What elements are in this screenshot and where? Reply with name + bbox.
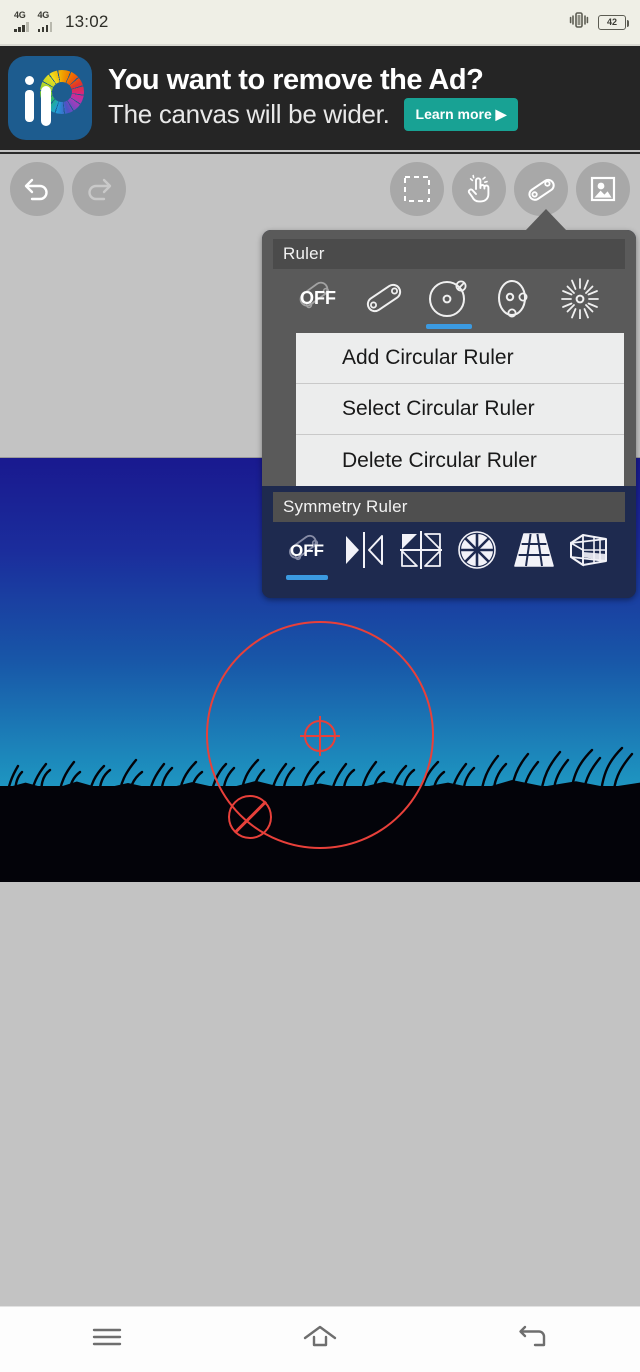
back-icon — [517, 1323, 549, 1356]
battery-level-label: 42 — [606, 17, 617, 27]
svg-text:OFF: OFF — [300, 288, 336, 308]
ruler-icon — [525, 173, 557, 205]
symmetry-option-radial[interactable] — [453, 530, 501, 584]
network-type-label-2: 4G — [37, 10, 50, 20]
ruler-option-circle[interactable] — [420, 277, 478, 333]
signal-indicator-2: 4G — [37, 10, 52, 32]
image-icon — [587, 173, 619, 205]
nav-home-button[interactable] — [275, 1315, 365, 1365]
vibrate-icon — [569, 11, 589, 34]
symmetry-option-kaleidoscope[interactable] — [397, 530, 445, 584]
ruler-section: Ruler OFF — [262, 230, 636, 333]
status-clock: 13:02 — [65, 12, 109, 31]
ad-subtext: The canvas will be wider. — [108, 99, 390, 130]
hand-tool-icon — [463, 173, 495, 205]
signal-bars-2 — [37, 21, 52, 32]
ruler-menu-wrap: Add Circular Ruler Select Circular Ruler… — [262, 333, 636, 486]
symmetry-ruler-section: Symmetry Ruler OFF — [262, 486, 636, 598]
nav-recents-button[interactable] — [62, 1315, 152, 1365]
menu-item-add-circular-ruler[interactable]: Add Circular Ruler — [296, 333, 624, 384]
image-layers-button[interactable] — [576, 162, 630, 216]
ibispaint-logo-icon — [8, 56, 92, 140]
undo-icon — [21, 174, 53, 204]
ruler-tool-button[interactable] — [514, 162, 568, 216]
redo-button[interactable] — [72, 162, 126, 216]
svg-text:OFF: OFF — [290, 541, 324, 560]
ruler-option-ellipse[interactable] — [486, 277, 544, 333]
symmetry-option-perspective-grid[interactable] — [510, 530, 558, 584]
undo-button[interactable] — [10, 162, 64, 216]
popup-pointer-arrow — [525, 209, 567, 231]
menu-item-delete-circular-ruler[interactable]: Delete Circular Ruler — [296, 435, 624, 486]
symmetry-option-box-grid[interactable] — [567, 530, 615, 584]
circular-ruler-menu: Add Circular Ruler Select Circular Ruler… — [296, 333, 624, 486]
menu-icon — [90, 1324, 124, 1355]
ad-banner[interactable]: You want to remove the Ad? The canvas wi… — [0, 44, 640, 150]
ad-headline: You want to remove the Ad? — [108, 63, 484, 96]
ruler-section-title: Ruler — [273, 239, 625, 269]
selection-tool-button[interactable] — [390, 162, 444, 216]
status-bar: 4G 4G 13:02 42 — [0, 0, 640, 44]
menu-item-select-circular-ruler[interactable]: Select Circular Ruler — [296, 384, 624, 435]
battery-icon: 42 — [598, 14, 629, 30]
hand-tool-button[interactable] — [452, 162, 506, 216]
nav-back-button[interactable] — [488, 1315, 578, 1365]
symmetry-option-mirror[interactable] — [340, 530, 388, 584]
symmetry-section-title: Symmetry Ruler — [273, 492, 625, 522]
android-nav-bar — [0, 1306, 640, 1372]
circular-ruler-radius-handle[interactable] — [228, 795, 272, 839]
symmetry-option-off[interactable]: OFF — [283, 530, 331, 584]
signal-bars-1 — [14, 21, 29, 32]
symmetry-options-row: OFF — [273, 522, 625, 584]
circular-ruler-center-handle[interactable] — [300, 716, 340, 756]
network-type-label-1: 4G — [14, 10, 26, 20]
home-icon — [302, 1323, 338, 1356]
ad-learn-more-button[interactable]: Learn more ▶ — [403, 98, 519, 132]
ruler-option-radial[interactable] — [551, 277, 609, 333]
ruler-options-row: OFF — [273, 269, 625, 333]
ruler-option-line[interactable] — [355, 277, 413, 333]
signal-indicator-1: 4G — [14, 10, 29, 32]
ruler-option-off[interactable]: OFF — [289, 277, 347, 333]
selection-icon — [401, 173, 433, 205]
redo-icon — [83, 174, 115, 204]
ruler-settings-popup: Ruler OFF Add Circular Ruler Select Circ… — [262, 230, 636, 598]
